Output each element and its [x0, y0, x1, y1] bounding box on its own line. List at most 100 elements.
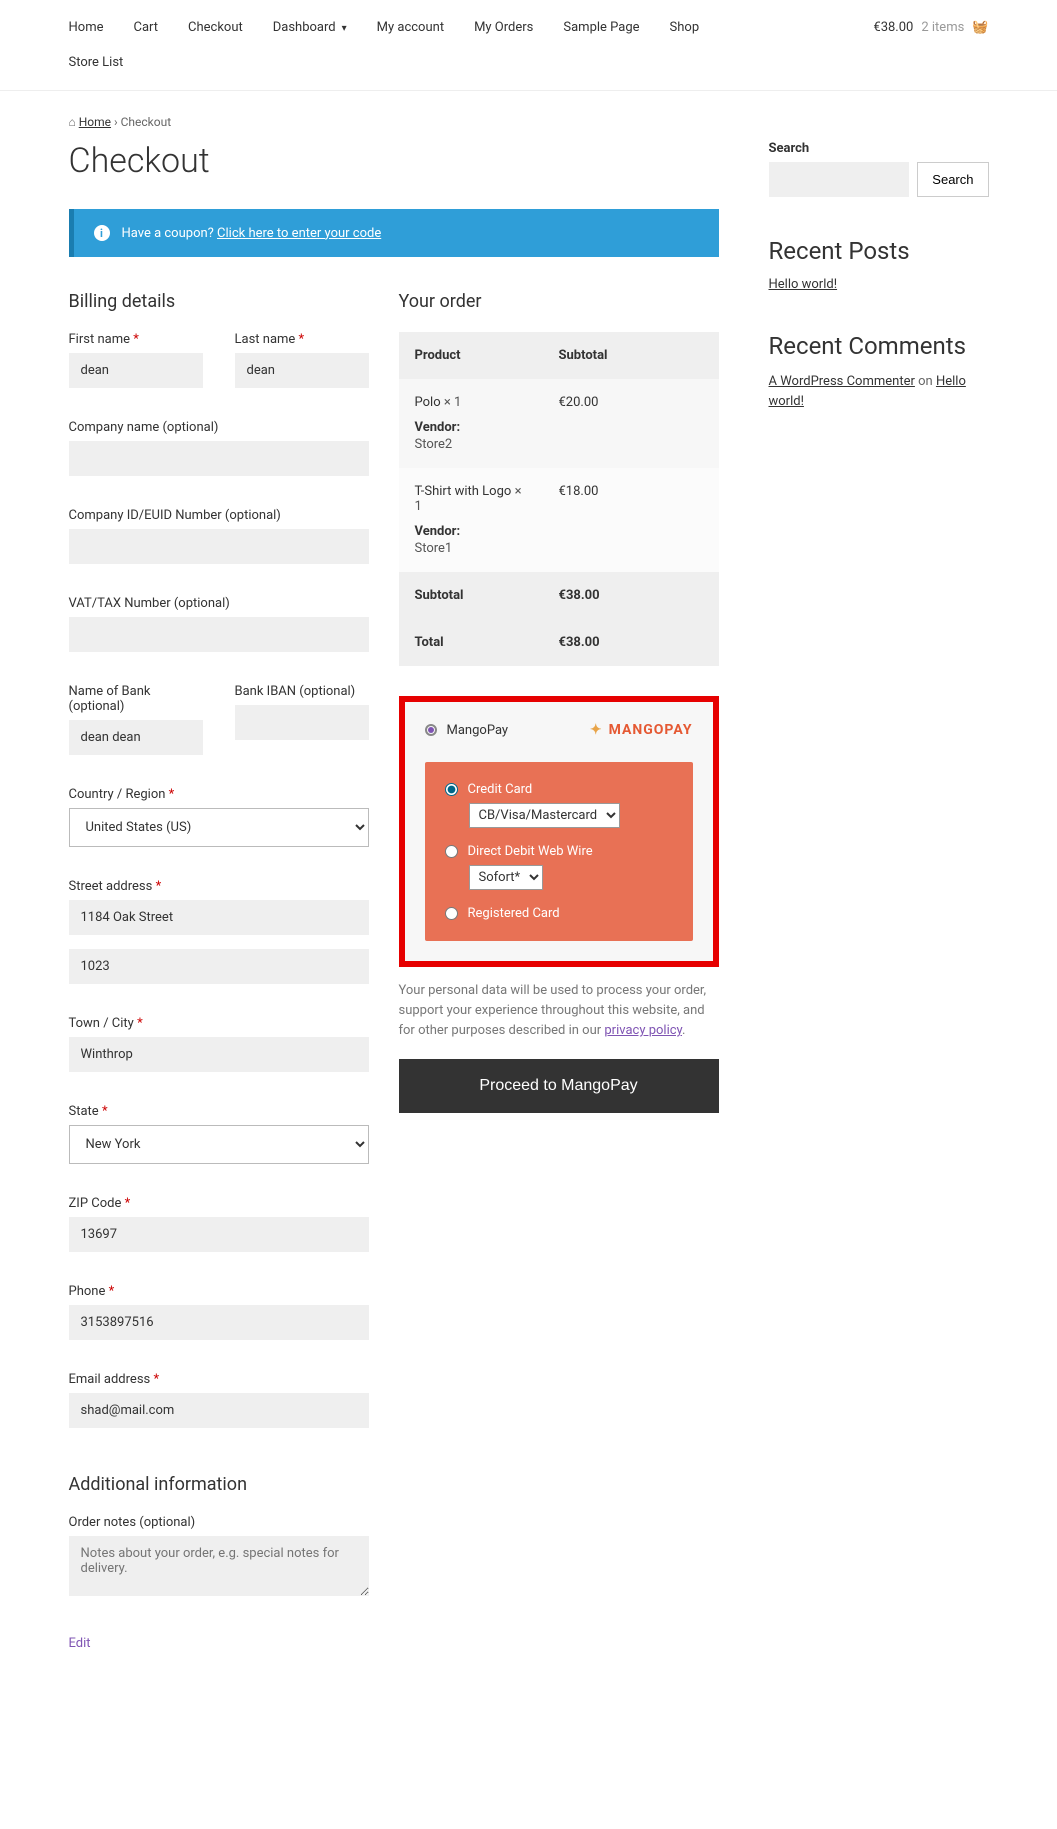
last-name-label: Last name * — [235, 332, 369, 347]
vendor-name: Store1 — [415, 541, 527, 556]
email-label: Email address * — [69, 1372, 369, 1387]
direct-debit-radio[interactable] — [445, 845, 458, 858]
payment-method-box: MangoPay MANGOPAY Credit Card CB/Visa/Ma… — [399, 696, 719, 967]
street-address-2-field[interactable] — [69, 949, 369, 984]
street-address-1-field[interactable] — [69, 900, 369, 935]
first-name-field[interactable] — [69, 353, 203, 388]
registered-card-option[interactable]: Registered Card — [445, 906, 673, 921]
country-select[interactable]: United States (US) — [69, 808, 369, 847]
breadcrumb: ⌂ Home › Checkout — [69, 91, 989, 141]
phone-field[interactable] — [69, 1305, 369, 1340]
credit-card-type-select[interactable]: CB/Visa/Mastercard — [469, 803, 620, 828]
country-label: Country / Region * — [69, 787, 369, 802]
zip-field[interactable] — [69, 1217, 369, 1252]
company-field[interactable] — [69, 441, 369, 476]
product-qty: × 1 — [444, 395, 461, 410]
product-subtotal: €18.00 — [543, 468, 719, 572]
bank-name-label: Name of Bank (optional) — [69, 684, 203, 714]
privacy-policy-link[interactable]: privacy policy — [604, 1023, 682, 1038]
coupon-link[interactable]: Click here to enter your code — [217, 226, 381, 241]
direct-debit-type-select[interactable]: Sofort* — [469, 865, 543, 890]
vendor-label: Vendor: — [415, 420, 527, 435]
bank-name-field[interactable] — [69, 720, 203, 755]
nav-cart[interactable]: Cart — [133, 20, 158, 35]
nav-shop[interactable]: Shop — [670, 20, 700, 35]
order-notes-field[interactable] — [69, 1536, 369, 1596]
town-label: Town / City * — [69, 1016, 369, 1031]
payment-method-name: MangoPay — [447, 723, 509, 738]
cart-summary[interactable]: €38.00 2 items 🧺 — [873, 0, 988, 55]
home-icon: ⌂ — [69, 115, 76, 129]
vat-field[interactable] — [69, 617, 369, 652]
town-field[interactable] — [69, 1037, 369, 1072]
nav-store-list[interactable]: Store List — [69, 55, 124, 70]
recent-comments-heading: Recent Comments — [769, 332, 989, 360]
nav-home[interactable]: Home — [69, 20, 104, 35]
order-table: Product Subtotal Polo × 1 Vendor: Store — [399, 332, 719, 666]
order-notes-label: Order notes (optional) — [69, 1515, 369, 1530]
credit-card-option[interactable]: Credit Card — [445, 782, 673, 797]
cart-items-count: 2 items — [921, 20, 964, 35]
primary-nav: Home Cart Checkout Dashboard My account … — [69, 0, 700, 55]
vendor-name: Store2 — [415, 437, 527, 452]
breadcrumb-separator: › — [114, 115, 121, 129]
subtotal-label: Subtotal — [399, 572, 543, 619]
subtotal-th: Subtotal — [543, 332, 719, 379]
bank-iban-field[interactable] — [235, 705, 369, 740]
street-label: Street address * — [69, 879, 369, 894]
nav-sample-page[interactable]: Sample Page — [563, 20, 639, 35]
search-label: Search — [769, 141, 989, 156]
recent-comment-item: A WordPress Commenter on Hello world! — [769, 372, 989, 411]
table-row: T-Shirt with Logo × 1 Vendor: Store1 €18… — [399, 468, 719, 572]
mangopay-logo: MANGOPAY — [590, 722, 693, 738]
vat-label: VAT/TAX Number (optional) — [69, 596, 369, 611]
product-name: Polo — [415, 395, 441, 410]
edit-link[interactable]: Edit — [69, 1636, 91, 1651]
search-button[interactable]: Search — [917, 162, 988, 197]
coupon-notice: i Have a coupon? Click here to enter you… — [69, 209, 719, 257]
privacy-text: Your personal data will be used to proce… — [399, 981, 719, 1041]
state-label: State * — [69, 1104, 369, 1119]
direct-debit-option[interactable]: Direct Debit Web Wire — [445, 844, 673, 859]
payment-options-panel: Credit Card CB/Visa/Mastercard Direct De… — [425, 762, 693, 941]
search-input[interactable] — [769, 162, 910, 197]
subtotal-value: €38.00 — [543, 572, 719, 619]
first-name-label: First name * — [69, 332, 203, 347]
billing-heading: Billing details — [69, 291, 369, 312]
product-subtotal: €20.00 — [543, 379, 719, 468]
nav-checkout[interactable]: Checkout — [188, 20, 243, 35]
product-th: Product — [399, 332, 543, 379]
company-label: Company name (optional) — [69, 420, 369, 435]
last-name-field[interactable] — [235, 353, 369, 388]
nav-my-orders[interactable]: My Orders — [474, 20, 533, 35]
info-icon: i — [94, 225, 110, 241]
total-label: Total — [399, 619, 543, 666]
nav-dashboard[interactable]: Dashboard — [273, 20, 347, 35]
phone-label: Phone * — [69, 1284, 369, 1299]
company-id-field[interactable] — [69, 529, 369, 564]
bank-iban-label: Bank IBAN (optional) — [235, 684, 369, 699]
state-select[interactable]: New York — [69, 1125, 369, 1164]
company-id-label: Company ID/EUID Number (optional) — [69, 508, 369, 523]
page-title: Checkout — [69, 141, 719, 181]
table-row: Polo × 1 Vendor: Store2 €20.00 — [399, 379, 719, 468]
recent-posts-heading: Recent Posts — [769, 237, 989, 265]
zip-label: ZIP Code * — [69, 1196, 369, 1211]
total-value: €38.00 — [543, 619, 719, 666]
cart-total: €38.00 — [873, 20, 913, 35]
payment-method-radio[interactable] — [425, 724, 437, 736]
breadcrumb-home[interactable]: Home — [79, 115, 111, 129]
recent-post-link[interactable]: Hello world! — [769, 277, 838, 292]
commenter-link[interactable]: A WordPress Commenter — [769, 374, 915, 389]
order-heading: Your order — [399, 291, 719, 312]
credit-card-radio[interactable] — [445, 783, 458, 796]
product-name: T-Shirt with Logo — [415, 484, 512, 499]
proceed-button[interactable]: Proceed to MangoPay — [399, 1059, 719, 1113]
additional-heading: Additional information — [69, 1474, 369, 1495]
vendor-label: Vendor: — [415, 524, 527, 539]
email-field[interactable] — [69, 1393, 369, 1428]
registered-card-radio[interactable] — [445, 907, 458, 920]
basket-icon: 🧺 — [972, 20, 988, 35]
breadcrumb-current: Checkout — [121, 115, 172, 129]
nav-my-account[interactable]: My account — [377, 20, 444, 35]
